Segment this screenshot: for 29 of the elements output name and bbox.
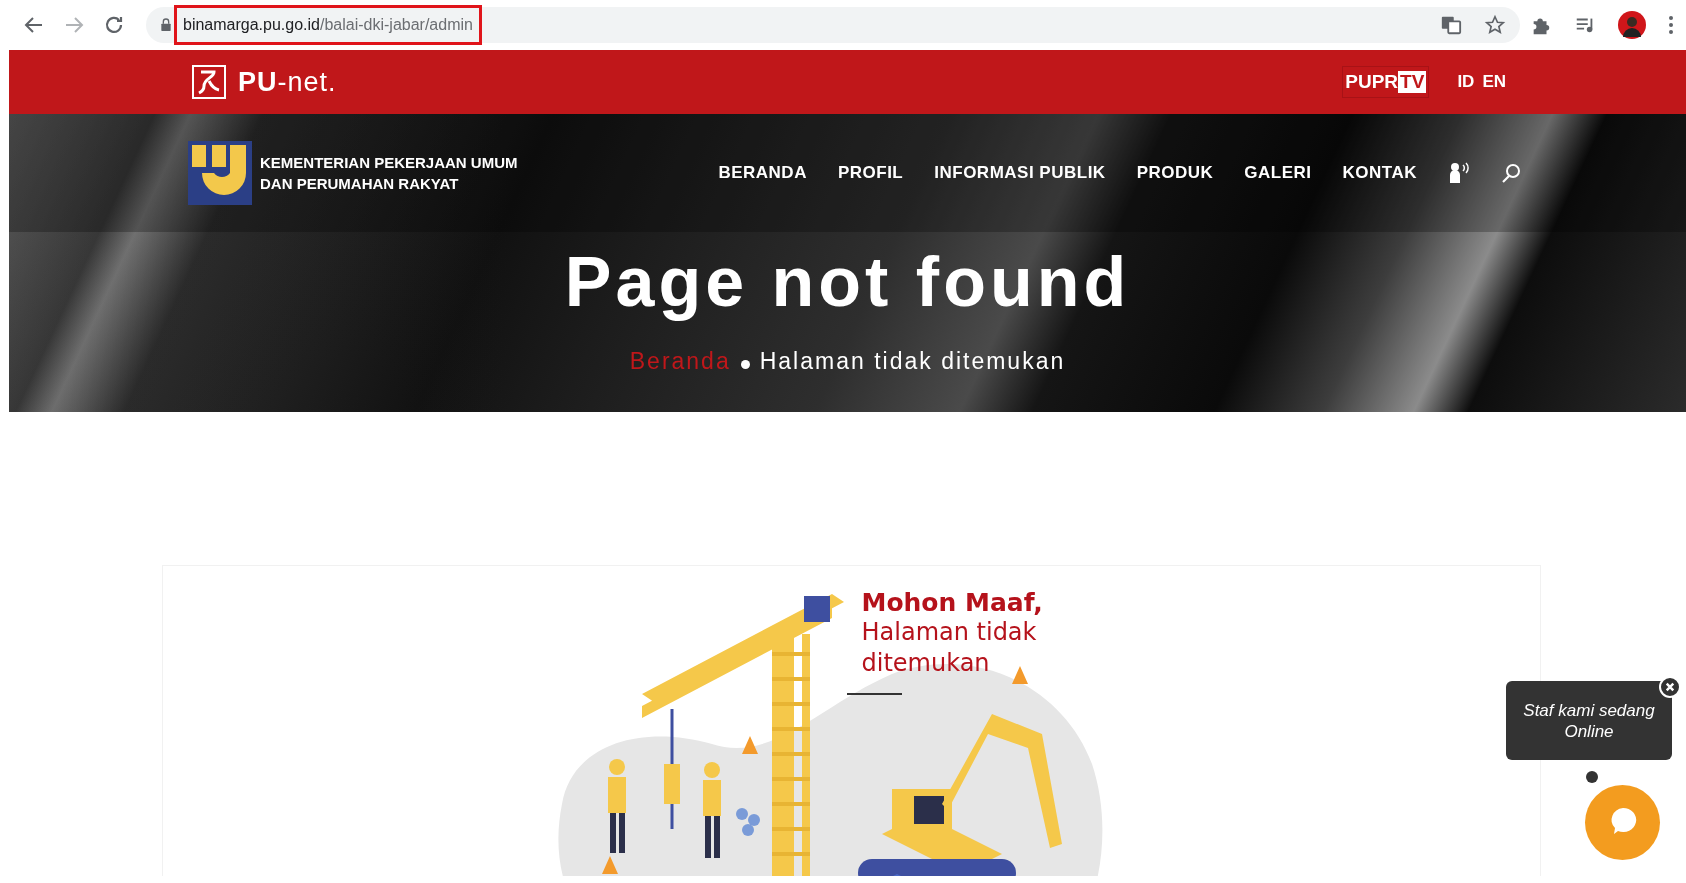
page-title: Page not found [563, 242, 1132, 322]
pupr-tv-link[interactable]: PUPRTV [1342, 66, 1430, 98]
nav-link[interactable]: KONTAK [1342, 163, 1417, 183]
error-heading: Mohon Maaf, [861, 588, 1044, 617]
star-icon[interactable] [1484, 14, 1506, 36]
url-field[interactable]: binamarga.pu.go.id/balai-dki-jabar/admin [174, 5, 482, 45]
ministry-name: KEMENTERIAN PEKERJAAN UMUM DAN PERUMAHAN RAKYAT [260, 153, 518, 194]
translate-icon[interactable] [1440, 14, 1462, 36]
breadcrumb-separator-icon [740, 360, 750, 369]
chat-tooltip: Staf kami sedang Online [1506, 681, 1672, 760]
lock-icon [158, 17, 174, 33]
language-link[interactable]: ID [1457, 72, 1475, 92]
search-icon[interactable] [1501, 163, 1521, 183]
nav-link[interactable]: BERANDA [718, 163, 807, 183]
menu-icon[interactable] [1668, 14, 1674, 36]
site-logo-text: PU-net. [238, 66, 337, 98]
nav-link[interactable]: PROFIL [837, 163, 904, 183]
language-link[interactable]: EN [1482, 72, 1506, 92]
nav-link[interactable]: INFORMASI PUBLIK [934, 163, 1106, 183]
breadcrumb-current: Halaman tidak ditemukan [759, 348, 1066, 375]
profile-avatar[interactable] [1618, 11, 1646, 39]
error-message: Halaman tidak ditemukan [861, 617, 1038, 679]
typing-dot-icon [1586, 771, 1598, 783]
nav-link[interactable]: GALERI [1244, 163, 1312, 183]
close-icon[interactable] [1659, 676, 1681, 698]
pu-net-logo-icon [192, 65, 226, 99]
ministry-logo-icon [188, 141, 252, 205]
accessibility-audio-icon[interactable] [1448, 161, 1470, 185]
nav-link[interactable]: PRODUK [1136, 163, 1214, 183]
